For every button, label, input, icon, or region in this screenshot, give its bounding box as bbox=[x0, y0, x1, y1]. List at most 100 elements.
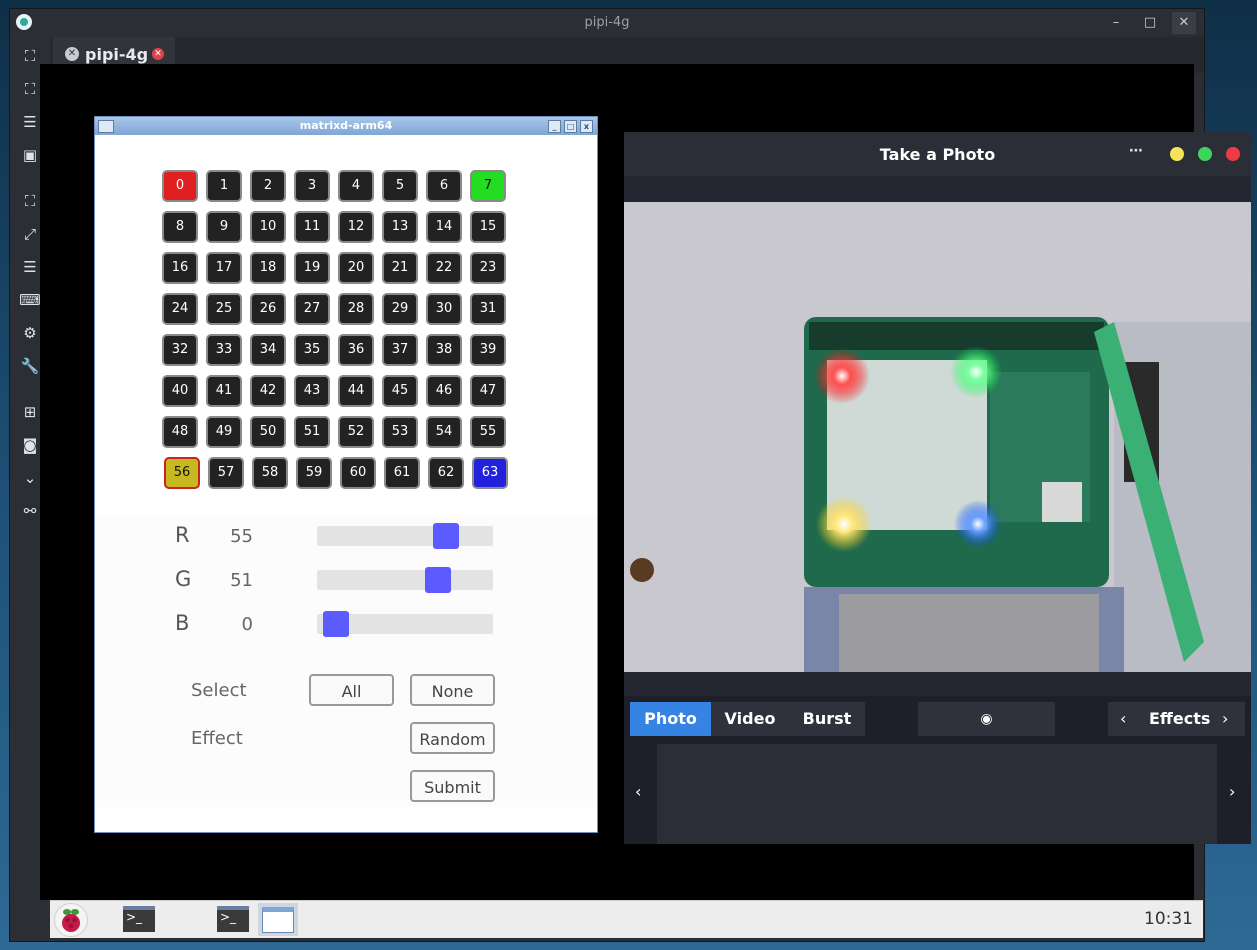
led-button-18[interactable]: 18 bbox=[250, 252, 286, 284]
led-button-3[interactable]: 3 bbox=[294, 170, 330, 202]
led-button-53[interactable]: 53 bbox=[382, 416, 418, 448]
maximize-icon[interactable] bbox=[1198, 147, 1212, 161]
led-button-16[interactable]: 16 bbox=[162, 252, 198, 284]
select-all-button[interactable]: All bbox=[309, 674, 394, 706]
led-button-12[interactable]: 12 bbox=[338, 211, 374, 243]
random-effect-button[interactable]: Random bbox=[410, 722, 495, 754]
led-button-48[interactable]: 48 bbox=[162, 416, 198, 448]
led-button-0[interactable]: 0 bbox=[162, 170, 198, 202]
led-button-43[interactable]: 43 bbox=[294, 375, 330, 407]
raspberry-pi-menu-icon[interactable] bbox=[54, 903, 88, 937]
chevron-right-icon[interactable]: › bbox=[1222, 709, 1228, 728]
chevron-left-icon[interactable]: ‹ bbox=[1120, 709, 1126, 728]
led-button-8[interactable]: 8 bbox=[162, 211, 198, 243]
led-button-19[interactable]: 19 bbox=[294, 252, 330, 284]
minimize-icon[interactable] bbox=[1170, 147, 1184, 161]
led-button-20[interactable]: 20 bbox=[338, 252, 374, 284]
channel-slider[interactable] bbox=[317, 567, 493, 593]
led-button-41[interactable]: 41 bbox=[206, 375, 242, 407]
led-button-45[interactable]: 45 bbox=[382, 375, 418, 407]
led-button-35[interactable]: 35 bbox=[294, 334, 330, 366]
mode-tab-burst[interactable]: Burst bbox=[789, 702, 865, 736]
led-button-4[interactable]: 4 bbox=[338, 170, 374, 202]
led-button-37[interactable]: 37 bbox=[382, 334, 418, 366]
thumbnail-strip[interactable] bbox=[657, 744, 1217, 844]
led-button-63[interactable]: 63 bbox=[472, 457, 508, 489]
scale-icon[interactable]: ⤢ bbox=[19, 223, 41, 245]
led-button-10[interactable]: 10 bbox=[250, 211, 286, 243]
led-button-57[interactable]: 57 bbox=[208, 457, 244, 489]
led-button-38[interactable]: 38 bbox=[426, 334, 462, 366]
led-button-52[interactable]: 52 bbox=[338, 416, 374, 448]
disconnect-icon[interactable]: ⚯ bbox=[19, 500, 41, 522]
led-button-5[interactable]: 5 bbox=[382, 170, 418, 202]
led-button-9[interactable]: 9 bbox=[206, 211, 242, 243]
led-button-62[interactable]: 62 bbox=[428, 457, 464, 489]
led-button-34[interactable]: 34 bbox=[250, 334, 286, 366]
select-none-button[interactable]: None bbox=[410, 674, 495, 706]
led-button-6[interactable]: 6 bbox=[426, 170, 462, 202]
led-button-14[interactable]: 14 bbox=[426, 211, 462, 243]
led-button-54[interactable]: 54 bbox=[426, 416, 462, 448]
channel-slider[interactable] bbox=[317, 611, 493, 637]
slider-thumb[interactable] bbox=[323, 611, 349, 637]
led-button-58[interactable]: 58 bbox=[252, 457, 288, 489]
window-titlebar[interactable]: pipi-4g – □ ✕ bbox=[10, 9, 1204, 37]
led-button-40[interactable]: 40 bbox=[162, 375, 198, 407]
led-button-1[interactable]: 1 bbox=[206, 170, 242, 202]
terminal-launcher-icon[interactable]: >_ bbox=[123, 906, 155, 932]
minimize-icon[interactable]: _ bbox=[548, 120, 561, 133]
led-button-55[interactable]: 55 bbox=[470, 416, 506, 448]
led-button-36[interactable]: 36 bbox=[338, 334, 374, 366]
chevron-down-icon[interactable]: ⌄ bbox=[19, 467, 41, 489]
camera-titlebar[interactable]: Take a Photo ⋯ bbox=[624, 132, 1251, 176]
led-button-29[interactable]: 29 bbox=[382, 293, 418, 325]
close-icon[interactable] bbox=[1226, 147, 1240, 161]
submit-button[interactable]: Submit bbox=[410, 770, 495, 802]
led-button-13[interactable]: 13 bbox=[382, 211, 418, 243]
led-button-22[interactable]: 22 bbox=[426, 252, 462, 284]
led-button-56[interactable]: 56 bbox=[164, 457, 200, 489]
effects-selector[interactable]: ‹ Effects › bbox=[1108, 702, 1245, 736]
mode-tab-photo[interactable]: Photo bbox=[630, 702, 711, 736]
led-button-59[interactable]: 59 bbox=[296, 457, 332, 489]
gallery-prev-icon[interactable]: ‹ bbox=[635, 782, 641, 801]
wrench-icon[interactable]: 🔧 bbox=[19, 355, 41, 377]
maximize-icon[interactable]: □ bbox=[564, 120, 577, 133]
led-button-17[interactable]: 17 bbox=[206, 252, 242, 284]
matrix-task-button[interactable] bbox=[258, 903, 298, 936]
led-button-30[interactable]: 30 bbox=[426, 293, 462, 325]
led-button-27[interactable]: 27 bbox=[294, 293, 330, 325]
led-button-44[interactable]: 44 bbox=[338, 375, 374, 407]
led-button-15[interactable]: 15 bbox=[470, 211, 506, 243]
terminal-task-icon[interactable]: >_ bbox=[217, 906, 249, 932]
led-button-2[interactable]: 2 bbox=[250, 170, 286, 202]
camera-icon[interactable]: ◙ bbox=[19, 434, 41, 456]
fullscreen-icon[interactable]: ⛶ bbox=[19, 78, 41, 100]
led-button-47[interactable]: 47 bbox=[470, 375, 506, 407]
more-options-icon[interactable]: ⋯ bbox=[1129, 143, 1143, 159]
channel-slider[interactable] bbox=[317, 523, 493, 549]
window-icon[interactable]: ▣ bbox=[19, 144, 41, 166]
led-button-23[interactable]: 23 bbox=[470, 252, 506, 284]
mode-tab-video[interactable]: Video bbox=[711, 702, 789, 736]
led-button-24[interactable]: 24 bbox=[162, 293, 198, 325]
led-button-26[interactable]: 26 bbox=[250, 293, 286, 325]
list-icon[interactable]: ☰ bbox=[19, 256, 41, 278]
led-button-11[interactable]: 11 bbox=[294, 211, 330, 243]
led-button-33[interactable]: 33 bbox=[206, 334, 242, 366]
matrix-window-titlebar[interactable]: matrixd-arm64 _ □ x bbox=[95, 117, 597, 135]
slider-thumb[interactable] bbox=[433, 523, 459, 549]
new-window-icon[interactable]: ⊞ bbox=[19, 401, 41, 423]
led-button-46[interactable]: 46 bbox=[426, 375, 462, 407]
led-button-60[interactable]: 60 bbox=[340, 457, 376, 489]
maximize-icon[interactable]: □ bbox=[1138, 12, 1162, 34]
settings-icon[interactable]: ⚙ bbox=[19, 322, 41, 344]
slider-thumb[interactable] bbox=[425, 567, 451, 593]
keyboard-icon[interactable]: ⌨ bbox=[19, 289, 41, 311]
led-button-61[interactable]: 61 bbox=[384, 457, 420, 489]
led-button-25[interactable]: 25 bbox=[206, 293, 242, 325]
led-button-50[interactable]: 50 bbox=[250, 416, 286, 448]
led-button-39[interactable]: 39 bbox=[470, 334, 506, 366]
led-button-51[interactable]: 51 bbox=[294, 416, 330, 448]
